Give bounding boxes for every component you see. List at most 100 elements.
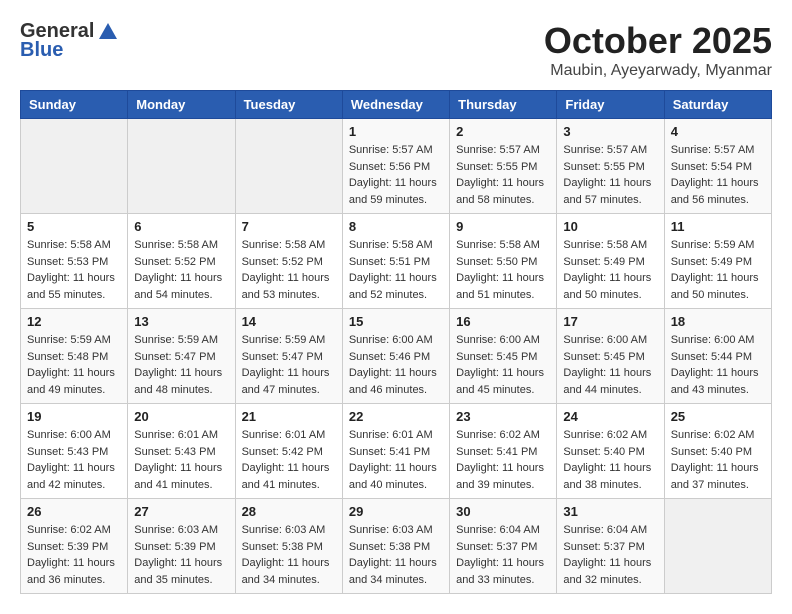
day-info: Sunrise: 6:04 AM Sunset: 5:37 PM Dayligh… bbox=[563, 522, 657, 588]
calendar-cell bbox=[21, 119, 128, 214]
day-info: Sunrise: 6:00 AM Sunset: 5:43 PM Dayligh… bbox=[27, 427, 121, 493]
calendar-cell: 3 Sunrise: 5:57 AM Sunset: 5:55 PM Daylig… bbox=[557, 119, 664, 214]
calendar-table: SundayMondayTuesdayWednesdayThursdayFrid… bbox=[20, 90, 772, 594]
calendar-cell: 6Sunrise: 5:58 AM Sunset: 5:52 PM Daylig… bbox=[128, 214, 235, 309]
day-info: Sunrise: 6:00 AM Sunset: 5:46 PM Dayligh… bbox=[349, 332, 443, 398]
calendar-cell: 16 Sunrise: 6:00 AM Sunset: 5:45 PM Dayli… bbox=[450, 309, 557, 404]
header-saturday: Saturday bbox=[664, 91, 771, 119]
calendar-cell: 21 Sunrise: 6:01 AM Sunset: 5:42 PM Dayli… bbox=[235, 404, 342, 499]
calendar-cell: 17Sunrise: 6:00 AM Sunset: 5:45 PM Dayli… bbox=[557, 309, 664, 404]
calendar-cell: 18 Sunrise: 6:00 AM Sunset: 5:44 PM Dayli… bbox=[664, 309, 771, 404]
calendar-cell: 9 Sunrise: 5:58 AM Sunset: 5:50 PM Daylig… bbox=[450, 214, 557, 309]
calendar-cell bbox=[128, 119, 235, 214]
day-number: 13 bbox=[134, 314, 228, 329]
day-info: Sunrise: 5:59 AM Sunset: 5:48 PM Dayligh… bbox=[27, 332, 121, 398]
title-block: October 2025 Maubin, Ayeyarwady, Myanmar bbox=[544, 20, 772, 80]
day-info: Sunrise: 5:58 AM Sunset: 5:51 PM Dayligh… bbox=[349, 237, 443, 303]
day-info: Sunrise: 5:58 AM Sunset: 5:52 PM Dayligh… bbox=[242, 237, 336, 303]
day-number: 21 bbox=[242, 409, 336, 424]
header-sunday: Sunday bbox=[21, 91, 128, 119]
day-info: Sunrise: 6:03 AM Sunset: 5:39 PM Dayligh… bbox=[134, 522, 228, 588]
header-thursday: Thursday bbox=[450, 91, 557, 119]
calendar-cell: 30 Sunrise: 6:04 AM Sunset: 5:37 PM Dayli… bbox=[450, 499, 557, 594]
day-info: Sunrise: 6:03 AM Sunset: 5:38 PM Dayligh… bbox=[349, 522, 443, 588]
calendar-cell: 2Sunrise: 5:57 AM Sunset: 5:55 PM Daylig… bbox=[450, 119, 557, 214]
day-number: 4 bbox=[671, 124, 765, 139]
calendar-cell: 13 Sunrise: 5:59 AM Sunset: 5:47 PM Dayli… bbox=[128, 309, 235, 404]
day-number: 22 bbox=[349, 409, 443, 424]
day-number: 14 bbox=[242, 314, 336, 329]
day-number: 30 bbox=[456, 504, 550, 519]
day-info: Sunrise: 6:02 AM Sunset: 5:41 PM Dayligh… bbox=[456, 427, 550, 493]
calendar-cell: 7 Sunrise: 5:58 AM Sunset: 5:52 PM Daylig… bbox=[235, 214, 342, 309]
location-subtitle: Maubin, Ayeyarwady, Myanmar bbox=[544, 62, 772, 80]
day-info: Sunrise: 6:00 AM Sunset: 5:45 PM Dayligh… bbox=[456, 332, 550, 398]
page-header: General Blue October 2025 Maubin, Ayeyar… bbox=[20, 20, 772, 80]
day-info: Sunrise: 6:01 AM Sunset: 5:41 PM Dayligh… bbox=[349, 427, 443, 493]
calendar-cell: 12 Sunrise: 5:59 AM Sunset: 5:48 PM Dayli… bbox=[21, 309, 128, 404]
day-info: Sunrise: 6:00 AM Sunset: 5:44 PM Dayligh… bbox=[671, 332, 765, 398]
day-number: 28 bbox=[242, 504, 336, 519]
day-number: 16 bbox=[456, 314, 550, 329]
day-info: Sunrise: 5:58 AM Sunset: 5:49 PM Dayligh… bbox=[563, 237, 657, 303]
day-number: 9 bbox=[456, 219, 550, 234]
day-number: 15 bbox=[349, 314, 443, 329]
day-number: 11 bbox=[671, 219, 765, 234]
calendar-cell: 29 Sunrise: 6:03 AM Sunset: 5:38 PM Dayli… bbox=[342, 499, 449, 594]
day-info: Sunrise: 6:01 AM Sunset: 5:42 PM Dayligh… bbox=[242, 427, 336, 493]
calendar-cell: 1Sunrise: 5:57 AM Sunset: 5:56 PM Daylig… bbox=[342, 119, 449, 214]
day-number: 5 bbox=[27, 219, 121, 234]
calendar-cell: 22 Sunrise: 6:01 AM Sunset: 5:41 PM Dayli… bbox=[342, 404, 449, 499]
day-info: Sunrise: 5:58 AM Sunset: 5:52 PM Dayligh… bbox=[134, 237, 228, 303]
day-number: 12 bbox=[27, 314, 121, 329]
calendar-cell: 25Sunrise: 6:02 AM Sunset: 5:40 PM Dayli… bbox=[664, 404, 771, 499]
calendar-cell: 20 Sunrise: 6:01 AM Sunset: 5:43 PM Dayli… bbox=[128, 404, 235, 499]
calendar-cell: 27 Sunrise: 6:03 AM Sunset: 5:39 PM Dayli… bbox=[128, 499, 235, 594]
week-row-3: 12 Sunrise: 5:59 AM Sunset: 5:48 PM Dayli… bbox=[21, 309, 772, 404]
calendar-cell: 28 Sunrise: 6:03 AM Sunset: 5:38 PM Dayli… bbox=[235, 499, 342, 594]
day-info: Sunrise: 5:58 AM Sunset: 5:50 PM Dayligh… bbox=[456, 237, 550, 303]
day-info: Sunrise: 6:03 AM Sunset: 5:38 PM Dayligh… bbox=[242, 522, 336, 588]
header-tuesday: Tuesday bbox=[235, 91, 342, 119]
calendar-cell: 4 Sunrise: 5:57 AM Sunset: 5:54 PM Daylig… bbox=[664, 119, 771, 214]
day-number: 20 bbox=[134, 409, 228, 424]
logo: General Blue bbox=[20, 20, 119, 62]
week-row-1: 1Sunrise: 5:57 AM Sunset: 5:56 PM Daylig… bbox=[21, 119, 772, 214]
header-monday: Monday bbox=[128, 91, 235, 119]
day-number: 2 bbox=[456, 124, 550, 139]
day-number: 23 bbox=[456, 409, 550, 424]
header-friday: Friday bbox=[557, 91, 664, 119]
week-row-5: 26 Sunrise: 6:02 AM Sunset: 5:39 PM Dayli… bbox=[21, 499, 772, 594]
day-number: 27 bbox=[134, 504, 228, 519]
calendar-cell: 11Sunrise: 5:59 AM Sunset: 5:49 PM Dayli… bbox=[664, 214, 771, 309]
day-info: Sunrise: 5:59 AM Sunset: 5:47 PM Dayligh… bbox=[134, 332, 228, 398]
day-info: Sunrise: 5:59 AM Sunset: 5:47 PM Dayligh… bbox=[242, 332, 336, 398]
day-info: Sunrise: 6:02 AM Sunset: 5:39 PM Dayligh… bbox=[27, 522, 121, 588]
day-number: 24 bbox=[563, 409, 657, 424]
day-number: 29 bbox=[349, 504, 443, 519]
day-info: Sunrise: 5:58 AM Sunset: 5:53 PM Dayligh… bbox=[27, 237, 121, 303]
day-info: Sunrise: 6:04 AM Sunset: 5:37 PM Dayligh… bbox=[456, 522, 550, 588]
day-number: 18 bbox=[671, 314, 765, 329]
calendar-cell: 15 Sunrise: 6:00 AM Sunset: 5:46 PM Dayli… bbox=[342, 309, 449, 404]
day-number: 10 bbox=[563, 219, 657, 234]
day-info: Sunrise: 6:01 AM Sunset: 5:43 PM Dayligh… bbox=[134, 427, 228, 493]
day-number: 3 bbox=[563, 124, 657, 139]
calendar-cell bbox=[235, 119, 342, 214]
day-number: 17 bbox=[563, 314, 657, 329]
day-info: Sunrise: 5:57 AM Sunset: 5:55 PM Dayligh… bbox=[563, 142, 657, 208]
calendar-cell: 5 Sunrise: 5:58 AM Sunset: 5:53 PM Daylig… bbox=[21, 214, 128, 309]
day-number: 7 bbox=[242, 219, 336, 234]
header-wednesday: Wednesday bbox=[342, 91, 449, 119]
calendar-cell: 14 Sunrise: 5:59 AM Sunset: 5:47 PM Dayli… bbox=[235, 309, 342, 404]
day-number: 1 bbox=[349, 124, 443, 139]
calendar-cell: 26 Sunrise: 6:02 AM Sunset: 5:39 PM Dayli… bbox=[21, 499, 128, 594]
week-row-2: 5 Sunrise: 5:58 AM Sunset: 5:53 PM Daylig… bbox=[21, 214, 772, 309]
day-info: Sunrise: 6:02 AM Sunset: 5:40 PM Dayligh… bbox=[671, 427, 765, 493]
calendar-cell: 8Sunrise: 5:58 AM Sunset: 5:51 PM Daylig… bbox=[342, 214, 449, 309]
month-title: October 2025 bbox=[544, 20, 772, 62]
logo-icon bbox=[97, 21, 119, 43]
calendar-cell: 31Sunrise: 6:04 AM Sunset: 5:37 PM Dayli… bbox=[557, 499, 664, 594]
day-info: Sunrise: 5:57 AM Sunset: 5:54 PM Dayligh… bbox=[671, 142, 765, 208]
day-number: 26 bbox=[27, 504, 121, 519]
